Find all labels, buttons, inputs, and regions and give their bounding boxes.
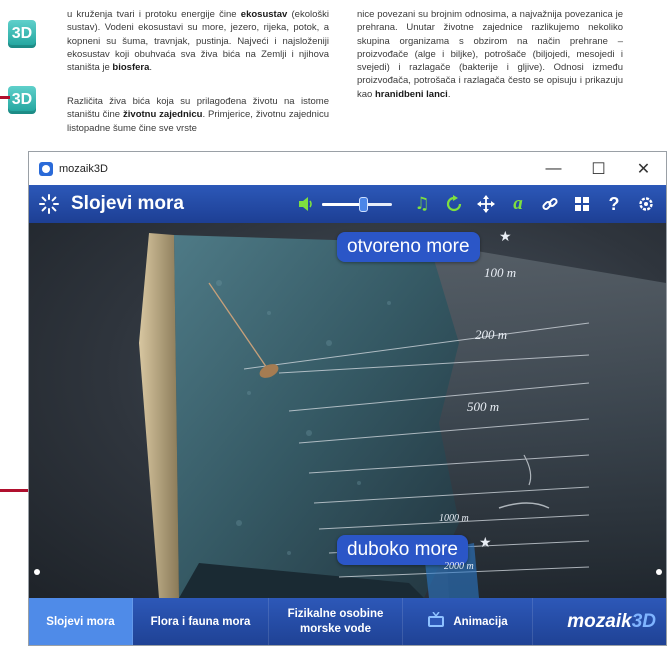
3d-scene-viewport[interactable]: otvoreno more ★ duboko more ★ 100 m 200 …	[29, 223, 666, 598]
pointer-line	[0, 96, 10, 99]
help-icon[interactable]: ?	[600, 190, 628, 218]
settings-sun-icon[interactable]	[39, 194, 59, 214]
toolbar-title: Slojevi mora	[71, 193, 184, 214]
scene-nav-dot[interactable]	[34, 569, 40, 575]
animation-tv-icon	[427, 611, 445, 631]
badge-3d-icon[interactable]: 3D	[8, 86, 36, 114]
nav-animacija-label: Animacija	[453, 615, 508, 628]
brand-logo: mozaik 3D	[567, 610, 656, 632]
link-icon[interactable]	[536, 190, 564, 218]
volume-slider-thumb[interactable]	[358, 197, 368, 212]
close-button[interactable]: ✕	[621, 159, 666, 179]
label-open-sea[interactable]: otvoreno more	[337, 232, 480, 262]
left-paragraph-2: Različita živa bića koja su prilagođena …	[67, 96, 329, 134]
nav-fizikalne-osobine[interactable]: Fizikalne osobine morske vode	[269, 598, 403, 645]
star-icon[interactable]: ★	[499, 229, 512, 245]
nav-animacija[interactable]: Animacija	[403, 598, 533, 645]
scene-nav-dot[interactable]	[656, 569, 662, 575]
grid-icon[interactable]	[568, 190, 596, 218]
minimize-button[interactable]: —	[531, 160, 576, 178]
depth-label: 2000 m	[444, 561, 474, 572]
window-title: mozaik3D	[59, 162, 108, 175]
app-toolbar: Slojevi mora ♫ a ?	[29, 185, 666, 223]
depth-label: 200 m	[475, 327, 508, 342]
right-paragraph: nice povezani su brojnim odnosima, a naj…	[357, 9, 623, 100]
volume-slider[interactable]	[322, 196, 392, 212]
depth-label: 500 m	[467, 399, 500, 414]
text-label-icon[interactable]: a	[504, 190, 532, 218]
left-paragraph-1: u kruženja tvari i protoku energije čine…	[67, 9, 329, 74]
move-icon[interactable]	[472, 190, 500, 218]
gear-icon[interactable]	[632, 190, 660, 218]
depth-label: 1000 m	[439, 513, 469, 524]
depth-label: 100 m	[484, 265, 517, 280]
volume-icon[interactable]	[298, 196, 316, 212]
badge-3d-icon[interactable]: 3D	[8, 20, 36, 48]
maximize-button[interactable]: ☐	[576, 159, 621, 179]
nav-flora-fauna[interactable]: Flora i fauna mora	[133, 598, 269, 645]
bottom-nav: Slojevi mora Flora i fauna mora Fizikaln…	[29, 598, 666, 645]
app-window: mozaik3D — ☐ ✕ Slojevi mora ♫ a ? otvore…	[28, 151, 667, 646]
star-icon[interactable]: ★	[479, 535, 492, 551]
reset-icon[interactable]	[440, 190, 468, 218]
textbook-page: 3D 3D u kruženja tvari i protoku energij…	[0, 0, 667, 492]
window-titlebar[interactable]: mozaik3D — ☐ ✕	[29, 152, 666, 185]
nav-slojevi-mora[interactable]: Slojevi mora	[29, 598, 133, 645]
music-note-icon[interactable]: ♫	[408, 190, 436, 218]
app-logo-icon	[39, 161, 53, 176]
